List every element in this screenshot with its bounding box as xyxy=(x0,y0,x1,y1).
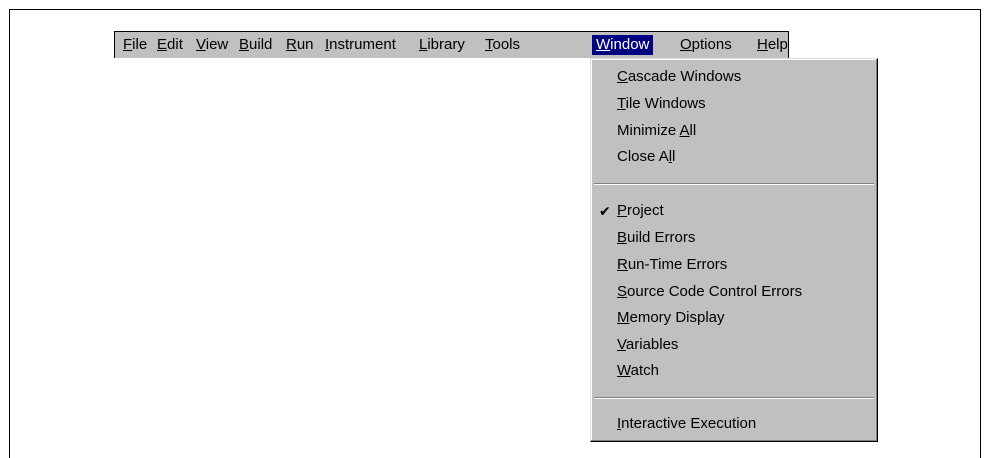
menu-item-project[interactable]: Project xyxy=(617,200,664,222)
menu-tools[interactable]: Tools xyxy=(481,35,524,55)
menu-item-minimize-all[interactable]: Minimize All xyxy=(617,120,696,142)
menu-item-cascade-windows[interactable]: Cascade Windows xyxy=(617,66,741,88)
menu-help[interactable]: Help xyxy=(753,35,792,55)
menu-item-build-errors[interactable]: Build Errors xyxy=(617,227,695,249)
menu-window[interactable]: Window xyxy=(592,35,654,55)
menu-item-tile-windows[interactable]: Tile Windows xyxy=(617,93,706,115)
menu-item-memory-display[interactable]: Memory Display xyxy=(617,307,725,329)
menu-instrument[interactable]: Instrument xyxy=(321,35,400,55)
menu-bar: File Edit View Build Run Instrument Libr… xyxy=(114,31,789,58)
checkmark-icon: ✔ xyxy=(599,203,611,219)
menu-item-watch[interactable]: Watch xyxy=(617,360,659,382)
menu-build[interactable]: Build xyxy=(235,35,276,55)
menu-item-interactive-execution[interactable]: Interactive Execution xyxy=(617,413,756,435)
menu-view[interactable]: View xyxy=(192,35,232,55)
menu-item-variables[interactable]: Variables xyxy=(617,334,678,356)
menu-run[interactable]: Run xyxy=(282,35,318,55)
menu-library[interactable]: Library xyxy=(415,35,469,55)
menu-separator xyxy=(594,397,874,399)
window-dropdown-menu: Cascade Windows Tile Windows Minimize Al… xyxy=(590,58,878,442)
menu-edit[interactable]: Edit xyxy=(153,35,187,55)
menu-separator xyxy=(594,183,874,185)
menu-item-source-code-control-errors[interactable]: Source Code Control Errors xyxy=(617,281,802,303)
menu-item-run-time-errors[interactable]: Run-Time Errors xyxy=(617,254,727,276)
menu-file[interactable]: File xyxy=(119,35,151,55)
menu-item-close-all[interactable]: Close All xyxy=(617,146,675,168)
menu-options[interactable]: Options xyxy=(676,35,736,55)
